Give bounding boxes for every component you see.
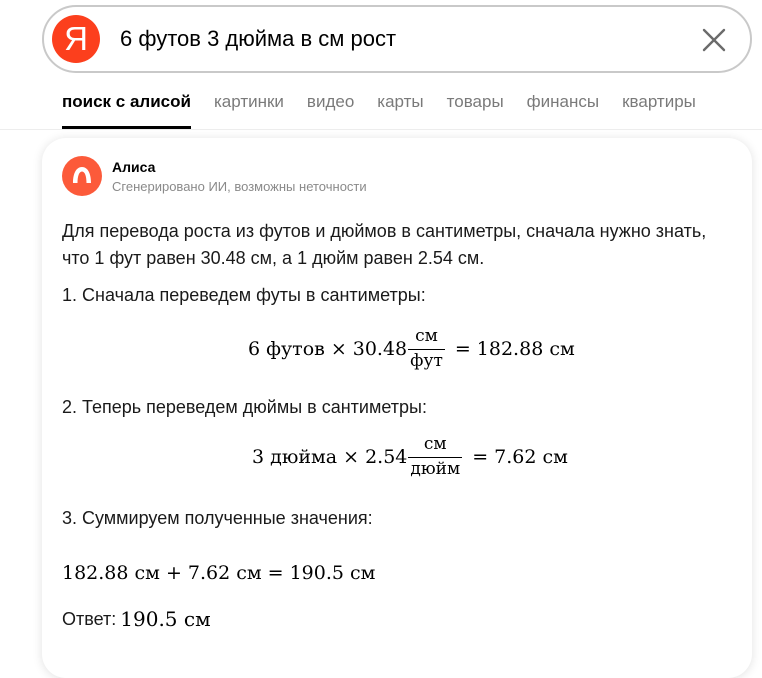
fraction-cm-per-foot: см фут — [408, 326, 445, 372]
tab-images[interactable]: картинки — [214, 90, 284, 130]
formula-sum: 182.88 см + 7.62 см = 190.5 см — [62, 562, 375, 584]
formula-feet-left: 6 футов — [248, 338, 325, 360]
formula-feet: 6 футов × 30.48 см фут = 182.88 см — [248, 326, 575, 372]
times-sign: × — [343, 446, 360, 468]
tab-apartments[interactable]: квартиры — [622, 90, 696, 130]
search-bar[interactable]: Я 6 футов 3 дюйма в см рост — [42, 5, 752, 73]
answer-intro: Для перевода роста из футов и дюймов в с… — [62, 221, 707, 268]
tab-alice-search[interactable]: поиск с алисой — [62, 90, 191, 130]
plus-sign: + — [165, 562, 182, 584]
formula-feet-coef: 30.48 — [352, 338, 408, 360]
fraction-cm-per-inch: см дюйм — [408, 434, 463, 480]
tab-finance[interactable]: финансы — [527, 90, 599, 130]
answer-label: Ответ: — [62, 608, 117, 629]
close-icon[interactable] — [700, 26, 728, 54]
tab-video[interactable]: видео — [307, 90, 354, 130]
fraction-numerator: см — [415, 326, 438, 346]
fraction-numerator: см — [423, 434, 447, 454]
fraction-denominator: дюйм — [408, 457, 463, 479]
sum-term-a: 182.88 см — [62, 562, 160, 584]
formula-feet-result: 182.88 см — [476, 338, 575, 360]
answer-author: Алиса — [112, 159, 156, 175]
tabs-divider — [0, 129, 762, 130]
step-2-text: 2. Теперь переведем дюймы в сантиметры: — [62, 397, 427, 417]
equals-sign: = — [267, 562, 284, 584]
tab-maps[interactable]: карты — [377, 90, 423, 130]
step-3-text: 3. Суммируем полученные значения: — [62, 508, 373, 528]
sum-term-b: 7.62 см — [187, 562, 262, 584]
yandex-logo[interactable]: Я — [52, 15, 100, 63]
search-tabs: поиск с алисой картинки видео карты това… — [62, 90, 719, 130]
alice-icon — [62, 156, 102, 196]
sum-result: 190.5 см — [289, 562, 376, 584]
formula-inches: 3 дюйма × 2.54 см дюйм = 7.62 см — [252, 434, 568, 480]
tab-products[interactable]: товары — [447, 90, 504, 130]
final-answer: Ответ: 190.5 см — [62, 607, 211, 631]
fraction-denominator: фут — [408, 349, 445, 371]
formula-inches-coef: 2.54 — [365, 446, 408, 468]
formula-inches-left: 3 дюйма — [252, 446, 338, 468]
alice-answer-card: Алиса Сгенерировано ИИ, возможны неточно… — [42, 138, 752, 678]
formula-inches-result: 7.62 см — [494, 446, 568, 468]
ai-disclaimer: Сгенерировано ИИ, возможны неточности — [112, 179, 367, 194]
search-input[interactable]: 6 футов 3 дюйма в см рост — [120, 26, 396, 52]
times-sign: × — [330, 338, 347, 360]
equals-sign: = — [454, 338, 471, 360]
step-1-text: 1. Сначала переведем футы в сантиметры: — [62, 285, 426, 305]
equals-sign: = — [472, 446, 489, 468]
answer-value: 190.5 см — [120, 607, 211, 631]
